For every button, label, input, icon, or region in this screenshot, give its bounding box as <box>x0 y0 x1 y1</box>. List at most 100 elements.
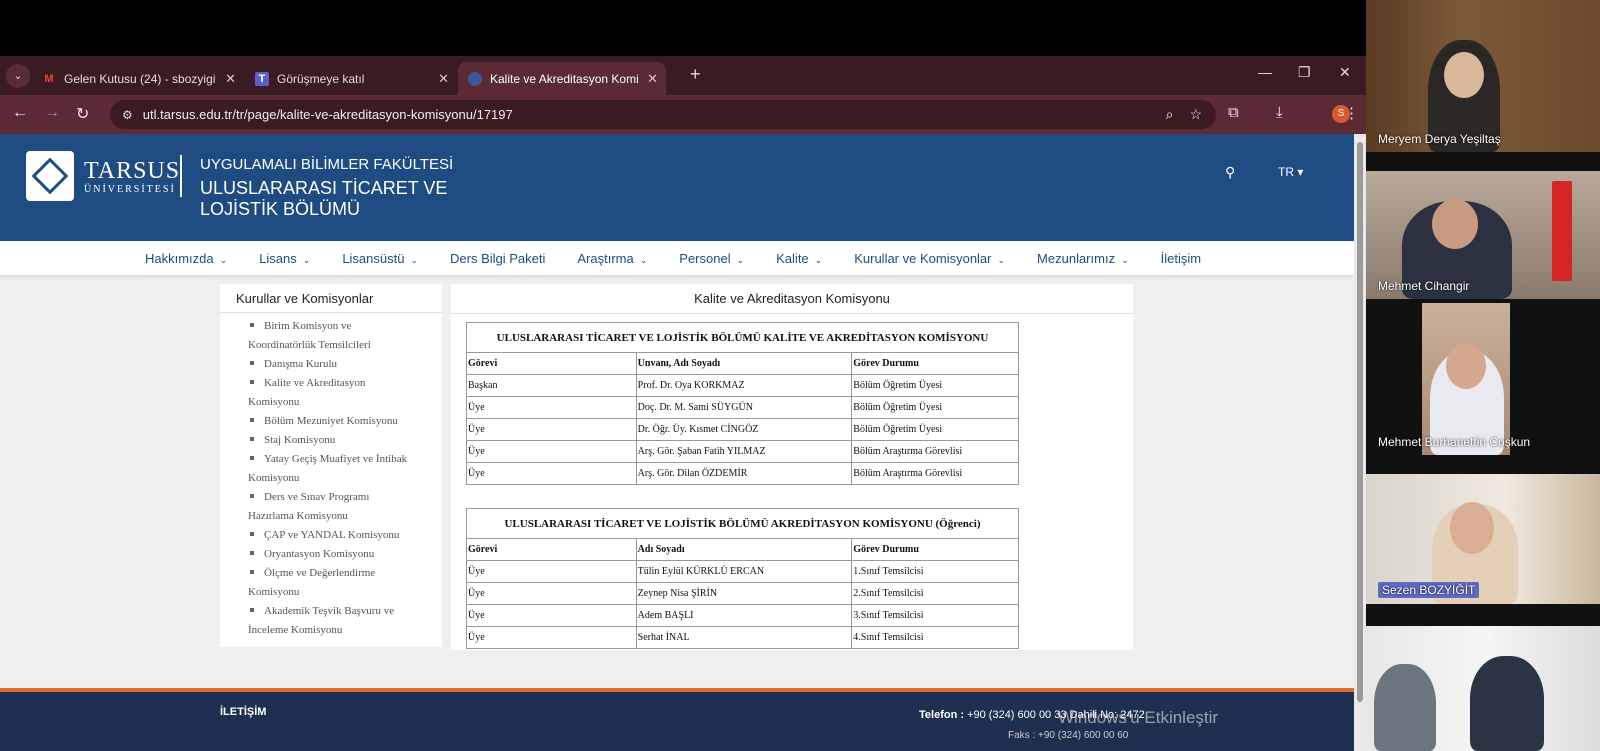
table-cell: Doç. Dr. M. Sami SÜYGÜN <box>635 396 853 419</box>
new-tab-button[interactable]: + <box>690 64 701 85</box>
table-row: Üye Arş. Gör. Dilan ÖZDEMİR Bölüm Araştırm… <box>466 462 1019 485</box>
close-icon[interactable]: ✕ <box>225 71 236 87</box>
flag <box>1552 181 1572 281</box>
participant-tile[interactable] <box>1366 626 1600 751</box>
table-cell: Üye <box>466 626 637 649</box>
tab-bar: ⌄ M Gelen Kutusu (24) - sbozyigit@ ✕ T G… <box>0 56 1366 95</box>
menu-item[interactable]: Kurullar ve Komisyonlar ⌄ <box>854 251 1005 266</box>
tab-label: Gelen Kutusu (24) - sbozyigit@ <box>64 71 216 86</box>
bullet-icon <box>250 494 254 498</box>
zoom-icon[interactable]: ⌕ <box>1166 106 1174 123</box>
bookmark-star-icon[interactable]: ☆ <box>1189 106 1202 123</box>
menu-item[interactable]: Personel ⌄ <box>679 251 744 266</box>
sidebar-link[interactable]: Bölüm Mezuniyet Komisyonu <box>248 412 410 431</box>
sidebar-link[interactable]: Oryantasyon Komisyonu <box>248 545 410 564</box>
table-cell: Başkan <box>466 374 637 397</box>
site-info-icon[interactable]: ⚙ <box>122 108 133 122</box>
back-button[interactable]: ← <box>12 104 28 122</box>
sidebar-link[interactable]: Kalite ve Akreditasyon Komisyonu <box>248 374 410 412</box>
table-cell: Bölüm Öğretim Üyesi <box>851 396 1019 419</box>
content-panel: Kalite ve Akreditasyon Komisyonu ULUSLAR… <box>451 284 1133 650</box>
browser-window: ⌄ M Gelen Kutusu (24) - sbozyigit@ ✕ T G… <box>0 56 1366 751</box>
globe-icon <box>468 71 482 86</box>
table-row: Üye Doç. Dr. M. Sami SÜYGÜN Bölüm Öğretim … <box>466 396 1019 419</box>
restore-button[interactable]: ❐ <box>1298 64 1311 81</box>
extensions-icon[interactable]: ⧉ <box>1228 104 1239 121</box>
table-cell: Üye <box>466 582 637 605</box>
table-row: Üye Arş. Gör. Şaban Fatih YILMAZ Bölüm Ara… <box>466 440 1019 463</box>
sidebar-link-label: Kalite ve Akreditasyon Komisyonu <box>248 377 366 408</box>
menu-item[interactable]: Kalite ⌄ <box>776 251 822 266</box>
committee-table: ULUSLARARASI TİCARET VE LOJİSTİK BÖLÜMÜ … <box>466 322 1019 485</box>
more-menu-icon[interactable]: ⋮ <box>1344 104 1359 122</box>
table-cell: Zeynep Nisa ŞİRİN <box>635 582 853 605</box>
menu-item[interactable]: Mezunlarımız ⌄ <box>1037 251 1129 266</box>
sidebar-link-label: ÇAP ve YANDAL Komisyonu <box>264 529 400 541</box>
table-row: Başkan Prof. Dr. Oya KORKMAZ Bölüm Öğretim… <box>466 374 1019 397</box>
url-field[interactable]: ⚙ utl.tarsus.edu.tr/tr/page/kalite-ve-ak… <box>110 100 1216 129</box>
table-cell: 3.Sınıf Temsilcisi <box>851 604 1019 627</box>
logo-name: TARSUS <box>84 158 181 184</box>
sidebar-link[interactable]: Akademik Teşvik Başvuru ve İnceleme Komi… <box>248 602 410 640</box>
reload-button[interactable]: ↻ <box>76 104 89 124</box>
participant-tile[interactable]: Mehmet Cihangir <box>1366 171 1600 299</box>
tab-teams[interactable]: T Görüşmeye katıl ✕ <box>245 62 457 95</box>
menu-item[interactable]: Ders Bilgi Paketi <box>450 251 545 266</box>
minimize-button[interactable]: — <box>1258 64 1272 80</box>
tab-gmail[interactable]: M Gelen Kutusu (24) - sbozyigit@ ✕ <box>32 62 244 95</box>
tab-search-button[interactable]: ⌄ <box>6 64 30 88</box>
chevron-down-icon: ⌄ <box>302 254 311 265</box>
download-icon[interactable]: ⤓ <box>1276 104 1283 121</box>
close-icon[interactable]: ✕ <box>647 71 658 87</box>
tab-kalite[interactable]: Kalite ve Akreditasyon Komisyo ✕ <box>458 62 666 95</box>
forward-button[interactable]: → <box>44 104 60 122</box>
scrollbar-thumb[interactable] <box>1357 142 1363 702</box>
menu-item[interactable]: Hakkımızda ⌄ <box>145 251 227 266</box>
footer: İLETİŞİM Telefon : +90 (324) 600 00 33 D… <box>0 688 1354 751</box>
sidebar-link[interactable]: Birim Komisyon ve Koordinatörlük Temsilc… <box>248 317 410 355</box>
address-bar: ← → ↻ ⚙ utl.tarsus.edu.tr/tr/page/kalite… <box>0 95 1366 134</box>
participant-tile[interactable]: Mehmet Burhanettin Coşkun <box>1366 303 1600 455</box>
table-column-headers: Görevi Adı Soyadı Görev Durumu <box>466 538 1019 561</box>
table-cell: Bölüm Araştırma Görevlisi <box>851 462 1019 485</box>
bullet-icon <box>250 380 254 384</box>
language-selector[interactable]: TR ▾ <box>1278 165 1303 179</box>
windows-activation-watermark: Windows'u Etkinleştir <box>1058 708 1219 727</box>
sidebar-link-label: Ders ve Sınav Programı Hazırlama Komisyo… <box>248 491 370 522</box>
footer-title: İLETİŞİM <box>220 706 267 718</box>
menu-item[interactable]: Araştırma ⌄ <box>577 251 647 266</box>
table-cell: Üye <box>466 418 637 441</box>
sidebar-link-label: Birim Komisyon ve Koordinatörlük Temsilc… <box>248 320 371 351</box>
menu-item[interactable]: Lisans ⌄ <box>259 251 310 266</box>
participant-video <box>1374 664 1436 751</box>
bullet-icon <box>250 551 254 555</box>
menu-item[interactable]: Lisansüstü ⌄ <box>342 251 418 266</box>
video-call-panel: Meryem Derya Yeşiltaş Mehmet Cihangir Me… <box>1366 0 1600 751</box>
table-row: Üye Adem BAŞLI 3.Sınıf Temsilcisi <box>466 604 1019 627</box>
close-window-button[interactable]: ✕ <box>1339 64 1351 81</box>
university-logo[interactable] <box>26 151 74 201</box>
sidebar-link[interactable]: Ders ve Sınav Programı Hazırlama Komisyo… <box>248 488 410 526</box>
sidebar-link[interactable]: Yatay Geçiş Muafiyet ve İntibak Komisyon… <box>248 450 410 488</box>
close-icon[interactable]: ✕ <box>438 71 449 87</box>
page-scrollbar[interactable] <box>1354 134 1366 751</box>
bullet-icon <box>250 361 254 365</box>
table-cell: Üye <box>466 462 637 485</box>
sidebar-link-label: Bölüm Mezuniyet Komisyonu <box>264 415 398 427</box>
content-title: Kalite ve Akreditasyon Komisyonu <box>451 284 1133 314</box>
menu-item[interactable]: İletişim <box>1161 251 1201 266</box>
participant-tile[interactable]: Sezen BOZYİĞİT <box>1366 474 1600 604</box>
sidebar-link[interactable]: Staj Komisyonu <box>248 431 410 450</box>
menu-item-label: Mezunlarımız <box>1037 250 1116 266</box>
search-icon[interactable]: ⚲ <box>1225 164 1235 181</box>
sidebar-link[interactable]: ÇAP ve YANDAL Komisyonu <box>248 526 410 545</box>
sidebar-link[interactable]: Ölçme ve Değerlendirme Komisyonu <box>248 564 410 602</box>
column-header: Görevi <box>466 352 637 375</box>
sidebar-link[interactable]: Danışma Kurulu <box>248 355 410 374</box>
participant-tile[interactable]: Meryem Derya Yeşiltaş <box>1366 0 1600 152</box>
participant-face <box>1432 199 1478 249</box>
column-header: Görev Durumu <box>851 352 1019 375</box>
column-header: Adı Soyadı <box>635 538 853 561</box>
bullet-icon <box>250 323 254 327</box>
participant-video <box>1470 656 1544 751</box>
